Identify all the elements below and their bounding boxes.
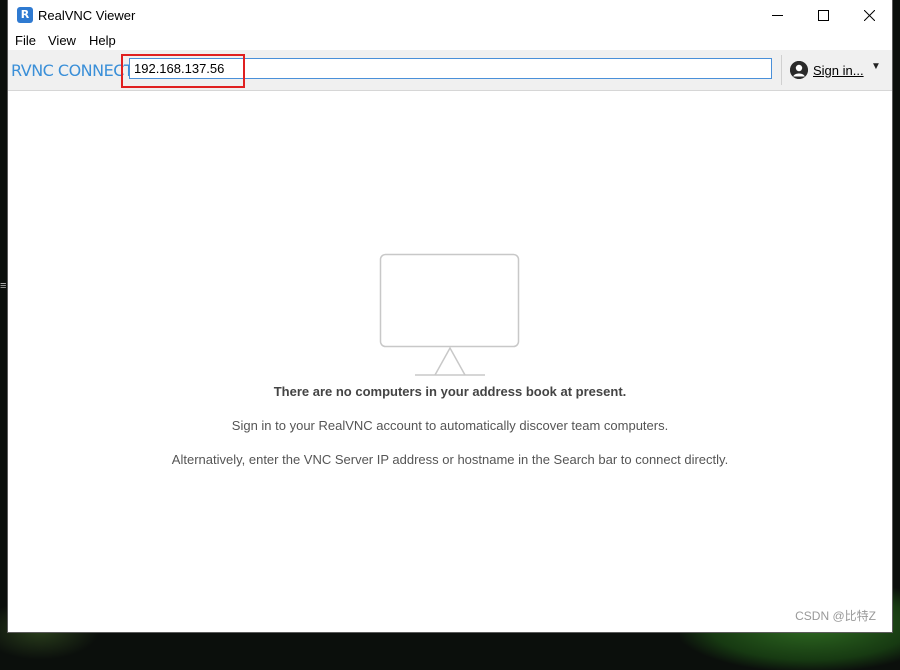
close-icon [863,9,875,21]
toolbar-divider [781,55,782,85]
sign-in-label: Sign in... [813,62,864,78]
menu-bar: File View Help [8,30,892,50]
title-bar[interactable]: R RealVNC Viewer [8,0,892,30]
empty-state-search-hint: Alternatively, enter the VNC Server IP a… [171,452,729,467]
rvnc-connect-logo: RVNC CONNECT [11,61,134,80]
close-button[interactable] [846,0,892,30]
monitor-icon [379,253,520,376]
toolbar: RVNC CONNECT Sign in... ▼ [8,50,892,91]
menu-help[interactable]: Help [89,33,116,48]
app-window: R RealVNC Viewer File View Help RVNC CON… [8,0,892,632]
menu-file[interactable]: File [15,33,36,48]
chevron-down-icon[interactable]: ▼ [871,61,881,72]
user-icon [790,61,808,79]
minimize-icon [771,14,783,16]
desktop-edge-glyph: ≡ [0,280,7,292]
maximize-icon [817,9,829,21]
menu-view[interactable]: View [48,33,76,48]
minimize-button[interactable] [754,0,800,30]
empty-state-title: There are no computers in your address b… [273,384,627,399]
empty-state-signin-hint: Sign in to your RealVNC account to autom… [231,418,669,433]
window-title: RealVNC Viewer [38,8,136,23]
csdn-watermark: CSDN @比特Z [795,609,876,623]
address-book-area: There are no computers in your address b… [8,91,892,632]
sign-in-button[interactable]: Sign in... ▼ [788,59,888,81]
maximize-button[interactable] [800,0,846,30]
search-input[interactable] [129,58,772,79]
realvnc-app-icon: R [17,7,33,23]
